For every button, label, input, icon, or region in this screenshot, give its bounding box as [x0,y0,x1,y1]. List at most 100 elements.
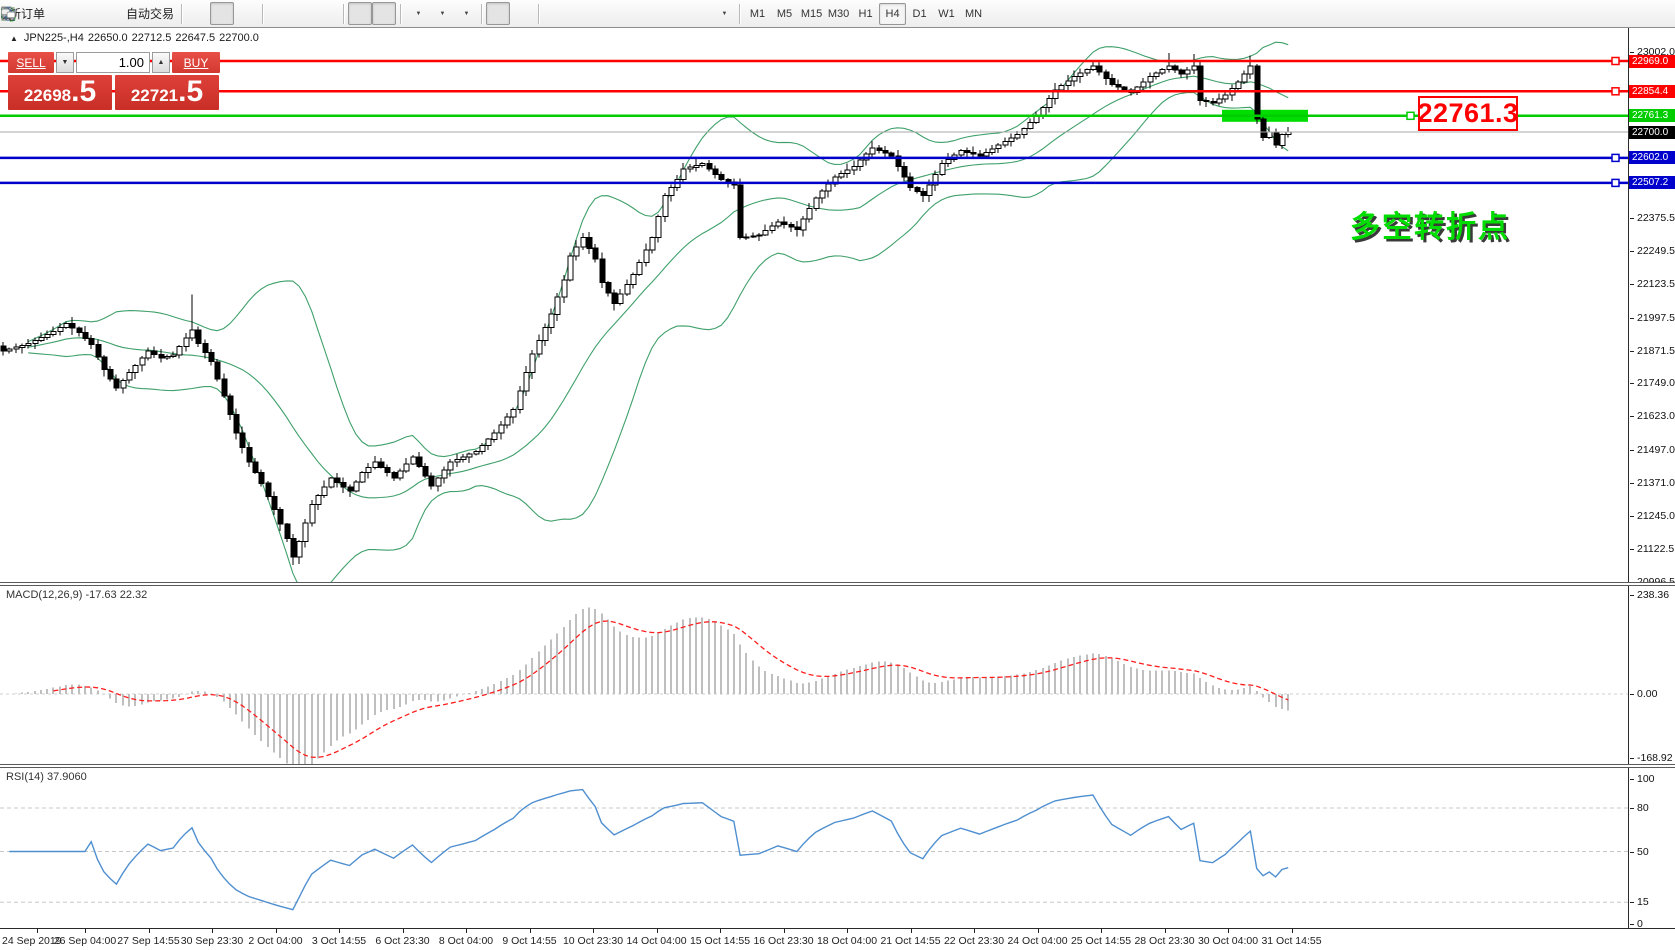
sell-price-pips: .5 [71,75,96,108]
axis-tick [1630,516,1634,517]
price-tag: 22854.4 [1629,85,1675,98]
time-label: 8 Oct 04:00 [439,935,493,947]
chat-button[interactable] [1651,2,1675,25]
cursor-button[interactable] [486,2,510,25]
time-label: 16 Oct 23:30 [753,935,813,947]
text-button[interactable]: A [663,2,687,25]
time-tick [784,929,785,933]
market-watch-button[interactable] [72,2,96,25]
chart-ohlc-header: ▲JPN225-,H422650.022712.522647.522700.0 [10,32,263,44]
time-label: 30 Oct 04:00 [1198,935,1258,947]
price-tag: 22507.2 [1629,176,1675,189]
timeframe-button-m1[interactable]: M1 [744,3,771,25]
zoom-out-button[interactable] [291,2,315,25]
buy-price-main: 22721 [131,78,178,106]
buy-price-button[interactable]: 22721.5 [115,75,219,110]
dropdown-caret-icon: ▼ [722,11,728,17]
crosshair-button[interactable] [510,2,534,25]
axis-tick-label: 22249.5 [1637,245,1675,257]
axis-tick [1630,450,1634,451]
volume-input[interactable]: 1.00 [76,52,150,73]
horizontal-line-button[interactable] [567,2,591,25]
bar-chart-button[interactable] [186,2,210,25]
fibonacci-button[interactable]: F [639,2,663,25]
price-tag: 22602.0 [1629,151,1675,164]
macd-tick-label: 0.00 [1637,688,1657,700]
timeframe-button-mn[interactable]: MN [960,3,987,25]
axis-tick [1630,251,1634,252]
label-button[interactable]: T [687,2,711,25]
axis-tick-label: 21245.0 [1637,510,1675,522]
axis-tick [1630,779,1634,780]
volume-increase-button[interactable]: ▲ [152,52,170,73]
time-label: 21 Oct 14:55 [880,935,940,947]
axis-tick-label: 21122.5 [1637,543,1674,555]
time-tick [911,929,912,933]
rsi-line [9,790,1288,910]
line-endpoint-marker [1407,112,1414,119]
rsi-tick-label: 80 [1637,802,1649,814]
toolbar-separator [739,4,740,24]
bollinger-bands [28,42,1288,583]
time-tick [1101,929,1102,933]
trendline-button[interactable] [591,2,615,25]
timeframe-button-m5[interactable]: M5 [771,3,798,25]
candlestick-button[interactable] [210,2,234,25]
volume-decrease-button[interactable]: ▼ [56,52,74,73]
vertical-line-button[interactable] [543,2,567,25]
line-chart-button[interactable] [234,2,258,25]
chart-shift-button[interactable] [372,2,396,25]
toolbar-separator [181,4,182,24]
templates-button[interactable]: ▼ [453,2,477,25]
axis-tick [1630,595,1634,596]
rsi-panel-splitter[interactable] [0,764,1675,768]
search-button[interactable] [1627,2,1651,25]
chart-canvas[interactable]: ▲JPN225-,H422650.022712.522647.522700.0 … [0,28,1675,950]
tile-windows-button[interactable] [315,2,339,25]
signals-button[interactable] [96,2,120,25]
periods-button[interactable]: ▼ [429,2,453,25]
macd-panel-splitter[interactable] [0,582,1675,586]
timeframe-button-h1[interactable]: H1 [852,3,879,25]
zoom-in-button[interactable] [267,2,291,25]
time-label: 30 Sep 23:30 [181,935,243,947]
timeframe-button-m30[interactable]: M30 [825,3,852,25]
rsi-panel[interactable] [0,768,1675,928]
buy-price-pips: .5 [178,75,203,108]
macd-tick-label: 238.36 [1637,589,1669,601]
auto-scroll-button[interactable] [348,2,372,25]
time-tick [1038,929,1039,933]
axis-tick-label: 21623.0 [1637,410,1675,422]
timeframe-button-m15[interactable]: M15 [798,3,825,25]
sell-price-button[interactable]: 22698.5 [8,75,112,110]
time-label: 9 Oct 14:55 [502,935,556,947]
time-tick [974,929,975,933]
time-tick [276,929,277,933]
axis-tick [1630,924,1634,925]
indicators-button[interactable]: ▼ [405,2,429,25]
autotrading-button[interactable]: 自动交易 [120,2,177,25]
arrows-button[interactable]: ▼ [711,2,735,25]
timeframe-button-w1[interactable]: W1 [933,3,960,25]
channel-button[interactable]: E [615,2,639,25]
axis-tick [1630,808,1634,809]
toolbar-separator [538,4,539,24]
buy-button[interactable]: BUY [172,52,220,73]
timeframe-button-h4[interactable]: H4 [879,3,906,25]
macd-panel[interactable] [0,586,1675,765]
time-label: 25 Oct 14:55 [1071,935,1131,947]
axis-tick [1630,549,1634,550]
axis-tick [1630,284,1634,285]
time-tick [149,929,150,933]
collapse-trade-panel-icon[interactable]: ▲ [10,34,18,43]
sell-button[interactable]: SELL [8,52,54,73]
axis-tick [1630,52,1634,53]
dropdown-caret-icon: ▼ [464,11,470,17]
alerts-button[interactable] [48,2,72,25]
time-tick [85,929,86,933]
time-tick [1292,929,1293,933]
axis-tick-label: 21871.5 [1637,345,1675,357]
macd-indicator-label: MACD(12,26,9) -17.63 22.32 [6,589,147,601]
timeframe-button-d1[interactable]: D1 [906,3,933,25]
time-tick [1228,929,1229,933]
